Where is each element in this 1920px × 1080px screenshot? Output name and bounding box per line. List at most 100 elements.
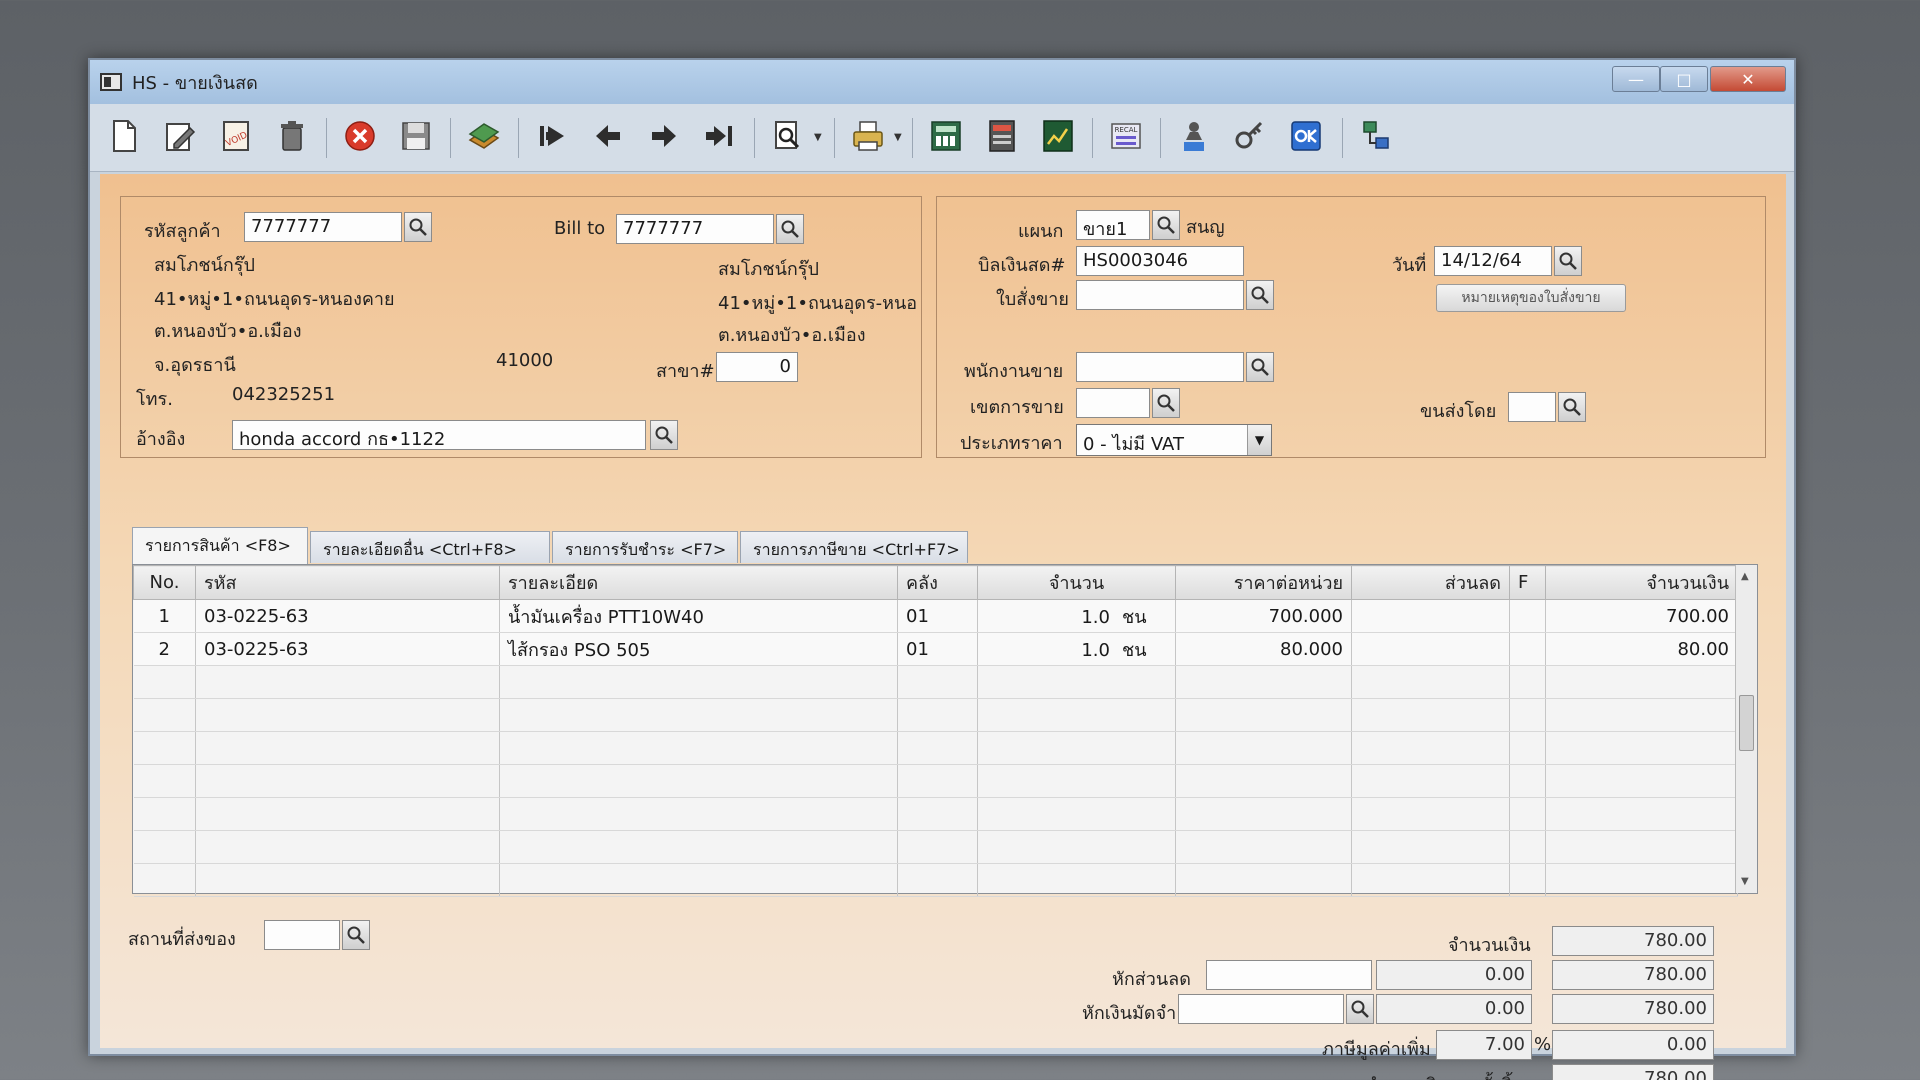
delete-icon[interactable] <box>272 116 312 156</box>
first-record-icon[interactable] <box>532 116 572 156</box>
cell-description[interactable]: ไส้กรอง PSO 505 <box>499 632 898 666</box>
cancel-icon[interactable] <box>340 116 380 156</box>
cell-unit-price[interactable]: 700.000 <box>1175 599 1352 633</box>
col-flag[interactable]: F <box>1509 565 1546 600</box>
sales-order-field[interactable] <box>1076 280 1244 310</box>
salesman-search-icon[interactable] <box>1246 352 1274 382</box>
table-row[interactable]: 2 03-0225-63 ไส้กรอง PSO 505 01 1.0 ชน 80… <box>133 632 1738 666</box>
discount-text-field[interactable] <box>1206 960 1372 990</box>
title-bar[interactable]: HS - ขายเงินสด — □ ✕ <box>90 60 1794 104</box>
close-button[interactable]: ✕ <box>1710 66 1786 92</box>
cell-description[interactable]: น้ำมันเครื่อง PTT10W40 <box>499 599 898 633</box>
edit-icon[interactable] <box>160 116 200 156</box>
print-icon[interactable] <box>848 116 888 156</box>
tab-payments[interactable]: รายการรับชำระ <F7> <box>552 531 738 563</box>
amount-label: จำนวนเงิน <box>1448 935 1531 956</box>
department-label: แผนก <box>1018 221 1064 242</box>
chevron-down-icon[interactable]: ▼ <box>1247 425 1271 455</box>
scroll-down-icon[interactable]: ▼ <box>1741 876 1749 887</box>
billto-address-line1: 41•หมู่•1•ถนนอุดร-หนอ <box>718 293 918 314</box>
salesman-field[interactable] <box>1076 352 1244 382</box>
calculator-icon[interactable] <box>982 116 1022 156</box>
deposit-text-field[interactable] <box>1178 994 1344 1024</box>
minimize-button[interactable]: — <box>1612 66 1660 92</box>
void-icon[interactable]: VOID <box>216 116 256 156</box>
cell-flag[interactable] <box>1509 632 1546 666</box>
deposit-search-icon[interactable] <box>1346 994 1374 1024</box>
department-search-icon[interactable] <box>1152 210 1180 240</box>
department-field[interactable]: ขาย1 <box>1076 210 1150 240</box>
key-icon[interactable] <box>1230 116 1270 156</box>
maximize-button[interactable]: □ <box>1660 66 1708 92</box>
cell-quantity[interactable]: 1.0 ชน <box>977 599 1176 633</box>
cell-warehouse[interactable]: 01 <box>897 599 978 633</box>
date-field[interactable]: 14/12/64 <box>1434 246 1552 276</box>
col-quantity[interactable]: จำนวน <box>977 565 1176 600</box>
cell-flag[interactable] <box>1509 599 1546 633</box>
branch-field[interactable]: 0 <box>716 352 798 382</box>
shipper-search-icon[interactable] <box>1558 392 1586 422</box>
col-discount[interactable]: ส่วนลด <box>1351 565 1510 600</box>
last-record-icon[interactable] <box>700 116 740 156</box>
table-row-empty[interactable] <box>133 731 1738 765</box>
bill-no-field[interactable]: HS0003046 <box>1076 246 1244 276</box>
tab-items[interactable]: รายการสินค้า <F8> <box>132 527 308 565</box>
col-unit-price[interactable]: ราคาต่อหน่วย <box>1175 565 1352 600</box>
customer-code-field[interactable]: 7777777 <box>244 212 402 242</box>
deposit-label: หักเงินมัดจำ <box>1082 1003 1177 1024</box>
billto-code-field[interactable]: 7777777 <box>616 214 774 244</box>
cell-code[interactable]: 03-0225-63 <box>195 599 500 633</box>
sales-area-field[interactable] <box>1076 388 1150 418</box>
ship-to-search-icon[interactable] <box>342 920 370 950</box>
price-type-select[interactable]: 0 - ไม่มี VAT ▼ <box>1076 424 1272 456</box>
cell-discount[interactable] <box>1351 632 1510 666</box>
cell-code[interactable]: 03-0225-63 <box>195 632 500 666</box>
table-row-empty[interactable] <box>133 764 1738 798</box>
tab-other-details[interactable]: รายละเอียดอื่น <Ctrl+F8> <box>310 531 550 563</box>
ok-icon[interactable] <box>1286 116 1326 156</box>
vat-rate-field[interactable]: 7.00 <box>1436 1030 1532 1060</box>
stock-icon[interactable] <box>1038 116 1078 156</box>
date-picker-icon[interactable] <box>1554 246 1582 276</box>
cell-discount[interactable] <box>1351 599 1510 633</box>
table-row-empty[interactable] <box>133 698 1738 732</box>
report-icon[interactable] <box>926 116 966 156</box>
cell-warehouse[interactable]: 01 <box>897 632 978 666</box>
new-doc-icon[interactable] <box>104 116 144 156</box>
search-doc-icon[interactable] <box>768 116 808 156</box>
reference-search-icon[interactable] <box>650 420 678 450</box>
tab-sales-tax[interactable]: รายการภาษีขาย <Ctrl+F7> <box>740 531 968 563</box>
reference-field[interactable]: honda accord กธ•1122 <box>232 420 646 450</box>
copy-icon[interactable] <box>464 116 504 156</box>
table-row-empty[interactable] <box>133 797 1738 831</box>
app-icon <box>100 73 122 91</box>
scroll-thumb[interactable] <box>1739 695 1754 751</box>
cell-quantity[interactable]: 1.0 ชน <box>977 632 1176 666</box>
table-row-empty[interactable] <box>133 863 1738 897</box>
col-amount[interactable]: จำนวนเงิน <box>1545 565 1738 600</box>
cell-unit-price[interactable]: 80.000 <box>1175 632 1352 666</box>
col-description[interactable]: รายละเอียด <box>499 565 898 600</box>
billto-search-icon[interactable] <box>776 214 804 244</box>
customer-search-icon[interactable] <box>404 212 432 242</box>
sales-order-note-button[interactable]: หมายเหตุของใบสั่งขาย <box>1436 284 1626 312</box>
col-no[interactable]: No. <box>133 565 196 600</box>
col-code[interactable]: รหัส <box>195 565 500 600</box>
recalc-icon[interactable]: RECAL <box>1106 116 1146 156</box>
ship-to-field[interactable] <box>264 920 340 950</box>
table-row[interactable]: 1 03-0225-63 น้ำมันเครื่อง PTT10W40 01 1… <box>133 599 1738 633</box>
cell-qty-value: 1.0 <box>1081 639 1110 661</box>
save-icon[interactable] <box>396 116 436 156</box>
network-icon[interactable] <box>1356 116 1396 156</box>
sales-order-search-icon[interactable] <box>1246 280 1274 310</box>
prev-record-icon[interactable] <box>588 116 628 156</box>
table-row-empty[interactable] <box>133 665 1738 699</box>
approve-icon[interactable] <box>1174 116 1214 156</box>
table-row-empty[interactable] <box>133 830 1738 864</box>
grid-scrollbar[interactable]: ▲ ▼ <box>1735 565 1757 893</box>
col-warehouse[interactable]: คลัง <box>897 565 978 600</box>
shipper-field[interactable] <box>1508 392 1556 422</box>
next-record-icon[interactable] <box>644 116 684 156</box>
scroll-up-icon[interactable]: ▲ <box>1741 571 1749 582</box>
sales-area-search-icon[interactable] <box>1152 388 1180 418</box>
